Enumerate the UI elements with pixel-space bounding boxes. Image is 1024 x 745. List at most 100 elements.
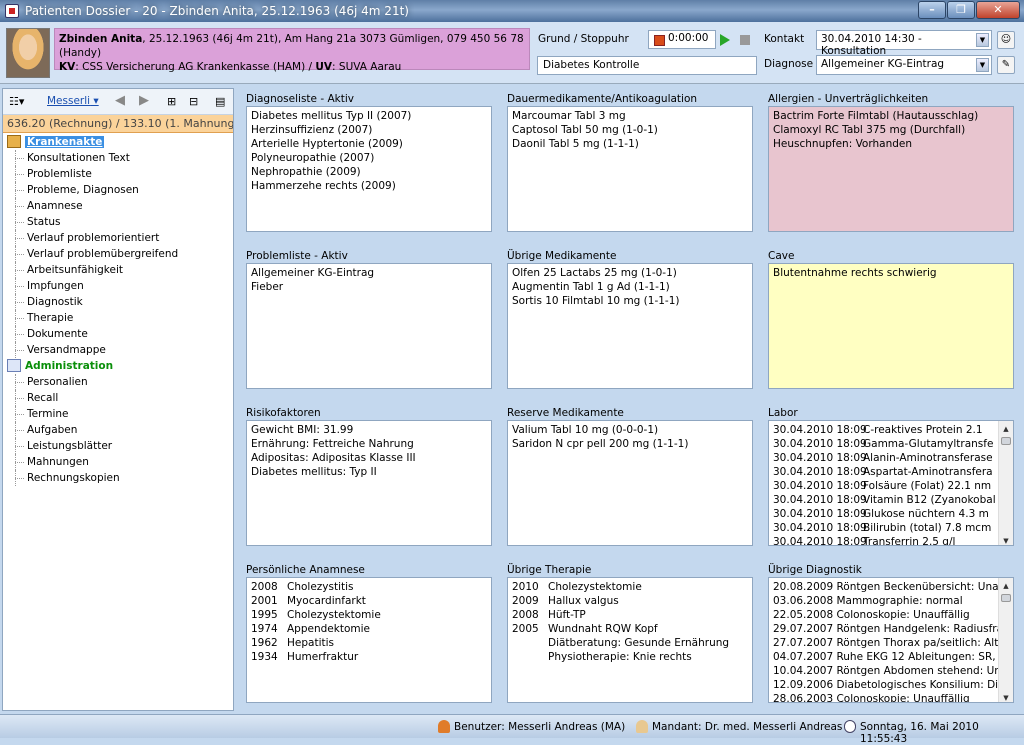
scrollbar[interactable]: ▲ ▼ (998, 421, 1013, 545)
panel-body[interactable]: Bactrim Forte Filmtabl (Hautausschlag) Cl… (768, 106, 1014, 232)
tree-root-label: Administration (25, 360, 114, 372)
status-bar: Benutzer: Messerli Andreas (MA) Mandant:… (0, 714, 1024, 745)
tree-item[interactable]: Impfungen (3, 278, 233, 294)
scroll-thumb[interactable] (1001, 437, 1011, 445)
tree-item[interactable]: Diagnostik (3, 294, 233, 310)
tree-item[interactable]: Recall (3, 390, 233, 406)
grund-label: Grund / Stoppuhr (538, 33, 629, 45)
row-date: 2009 (512, 595, 539, 607)
uv-value: : SUVA Aarau (332, 61, 402, 73)
list-item: Physiotherapie: Knie rechts (512, 650, 748, 664)
scroll-thumb[interactable] (1001, 594, 1011, 602)
panel-body[interactable]: 20.08.2009 Röntgen Beckenübersicht: Una 0… (768, 577, 1014, 703)
scroll-up-icon[interactable]: ▲ (1000, 579, 1012, 590)
view-menu-icon[interactable]: ☷▾ (9, 95, 24, 108)
panel-body[interactable]: Valium Tabl 10 mg (0-0-0-1) Saridon N cpr… (507, 420, 753, 546)
panel-labor: Labor 30.04.2010 18:09C-reaktives Protei… (768, 406, 1014, 546)
list-item: Marcoumar Tabl 3 mg (512, 110, 626, 122)
list-item: Sortis 10 Filmtabl 10 mg (1-1-1) (512, 295, 680, 307)
minimize-button[interactable]: – (918, 1, 946, 19)
tree-item[interactable]: Anamnese (3, 198, 233, 214)
scrollbar[interactable]: ▲ ▼ (998, 578, 1013, 702)
row-date: 2001 (251, 595, 278, 607)
kontakt-action-icon[interactable]: ☺ (997, 31, 1015, 49)
tree-item[interactable]: Konsultationen Text (3, 150, 233, 166)
panel-body[interactable]: 30.04.2010 18:09C-reaktives Protein 2.1 3… (768, 420, 1014, 546)
play-icon[interactable] (720, 34, 730, 46)
panel-uebrige-medikamente: Übrige Medikamente Olfen 25 Lactabs 25 m… (507, 249, 753, 389)
tree-item[interactable]: Mahnungen (3, 454, 233, 470)
kontakt-select[interactable]: 30.04.2010 14:30 - Konsultation ▼ (816, 30, 992, 57)
panel-body[interactable]: Allgemeiner KG-Eintrag Fieber (246, 263, 492, 389)
kv-label: KV (59, 61, 76, 73)
grund-input[interactable]: Diabetes Kontrolle (537, 56, 757, 75)
row-text: Wundnaht RQW Kopf (548, 623, 658, 635)
list-item: Diabetes mellitus Typ II (2007) (251, 110, 412, 122)
panel-body[interactable]: 2010 Cholezystektomie 2009 Hallux valgus 200… (507, 577, 753, 703)
print-icon[interactable]: ▤ (215, 95, 225, 108)
row-date: 2008 (251, 581, 278, 593)
panel-title: Übrige Therapie (507, 564, 592, 576)
list-item: Daonil Tabl 5 mg (1-1-1) (512, 138, 639, 150)
tree-item[interactable]: Therapie (3, 310, 233, 326)
panel-reserve-medikamente: Reserve Medikamente Valium Tabl 10 mg (0… (507, 406, 753, 546)
list-item: Herzinsuffizienz (2007) (251, 124, 373, 136)
title-bar: Patienten Dossier - 20 - Zbinden Anita, … (0, 0, 1024, 22)
list-item: Augmentin Tabl 1 g Ad (1-1-1) (512, 281, 670, 293)
tree-root-administration[interactable]: Administration (3, 358, 233, 374)
row-date: 30.04.2010 18:09 (773, 522, 867, 534)
panel-anamnese: Persönliche Anamnese 2008 Cholezystitis 20… (246, 563, 492, 703)
panel-body[interactable]: Gewicht BMI: 31.99 Ernährung: Fettreiche … (246, 420, 492, 546)
diagnose-select[interactable]: Allgemeiner KG-Eintrag ▼ (816, 55, 992, 75)
list-item: 03.06.2008 Mammographie: normal (773, 595, 963, 607)
panel-body[interactable]: Olfen 25 Lactabs 25 mg (1-0-1) Augmentin … (507, 263, 753, 389)
tree-item[interactable]: Versandmappe (3, 342, 233, 358)
user-menu[interactable]: Messerli ▾ (47, 95, 99, 107)
tree-root-krankenakte[interactable]: Krankenakte (3, 134, 233, 150)
panel-body[interactable]: 2008 Cholezystitis 2001 Myocardinfarkt 1995 C… (246, 577, 492, 703)
back-icon[interactable]: ◀ (115, 93, 125, 108)
tree-item[interactable]: Personalien (3, 374, 233, 390)
tree-item[interactable]: Verlauf problemübergreifend (3, 246, 233, 262)
close-button[interactable]: ✕ (976, 1, 1020, 19)
list-item: Fieber (251, 281, 284, 293)
pause-icon[interactable] (740, 35, 750, 45)
stop-icon[interactable] (654, 35, 665, 46)
tree-item[interactable]: Dokumente (3, 326, 233, 342)
list-item: Ernährung: Fettreiche Nahrung (251, 438, 414, 450)
tree-item[interactable]: Problemliste (3, 166, 233, 182)
panel-diagnoseliste: Diagnoseliste - Aktiv Diabetes mellitus … (246, 92, 492, 232)
restore-button[interactable]: ❐ (947, 1, 975, 19)
list-item: 04.07.2007 Ruhe EKG 12 Ableitungen: SR, (773, 651, 996, 663)
panel-body[interactable]: Diabetes mellitus Typ II (2007) Herzinsuf… (246, 106, 492, 232)
panel-body[interactable]: Marcoumar Tabl 3 mg Captosol Tabl 50 mg (… (507, 106, 753, 232)
collapse-all-icon[interactable]: ⊟ (189, 95, 198, 108)
row-text: Cholezystektomie (287, 609, 381, 621)
list-item: 28.06.2003 Colonoskopie: Unauffällig (773, 693, 970, 703)
tree-item[interactable]: Status (3, 214, 233, 230)
panel-title: Dauermedikamente/Antikoagulation (507, 93, 698, 105)
list-item: 20.08.2009 Röntgen Beckenübersicht: Una (773, 581, 999, 593)
expand-all-icon[interactable]: ⊞ (167, 95, 176, 108)
dossier-panels: Diagnoseliste - Aktiv Diabetes mellitus … (240, 88, 1020, 711)
tree-item[interactable]: Probleme, Diagnosen (3, 182, 233, 198)
scroll-down-icon[interactable]: ▼ (1000, 691, 1012, 702)
edit-icon[interactable]: ✎ (997, 56, 1015, 74)
status-user: Benutzer: Messerli Andreas (MA) (454, 721, 626, 733)
row-text: Cholezystitis (287, 581, 354, 593)
tree-item[interactable]: Arbeitsunfähigkeit (3, 262, 233, 278)
tree-item[interactable]: Aufgaben (3, 422, 233, 438)
panel-body[interactable]: Blutentnahme rechts schwierig (768, 263, 1014, 389)
panel-title: Übrige Diagnostik (768, 564, 862, 576)
tree-item[interactable]: Leistungsblätter (3, 438, 233, 454)
scroll-up-icon[interactable]: ▲ (1000, 422, 1012, 433)
tree-item[interactable]: Termine (3, 406, 233, 422)
row-date: 30.04.2010 18:09 (773, 452, 867, 464)
row-text: Myocardinfarkt (287, 595, 366, 607)
forward-icon[interactable]: ▶ (139, 93, 149, 108)
scroll-down-icon[interactable]: ▼ (1000, 534, 1012, 545)
tree-item[interactable]: Rechnungskopien (3, 470, 233, 486)
tree-item[interactable]: Verlauf problemorientiert (3, 230, 233, 246)
row-text: Appendektomie (287, 623, 370, 635)
panel-risikofaktoren: Risikofaktoren Gewicht BMI: 31.99 Ernähru… (246, 406, 492, 546)
